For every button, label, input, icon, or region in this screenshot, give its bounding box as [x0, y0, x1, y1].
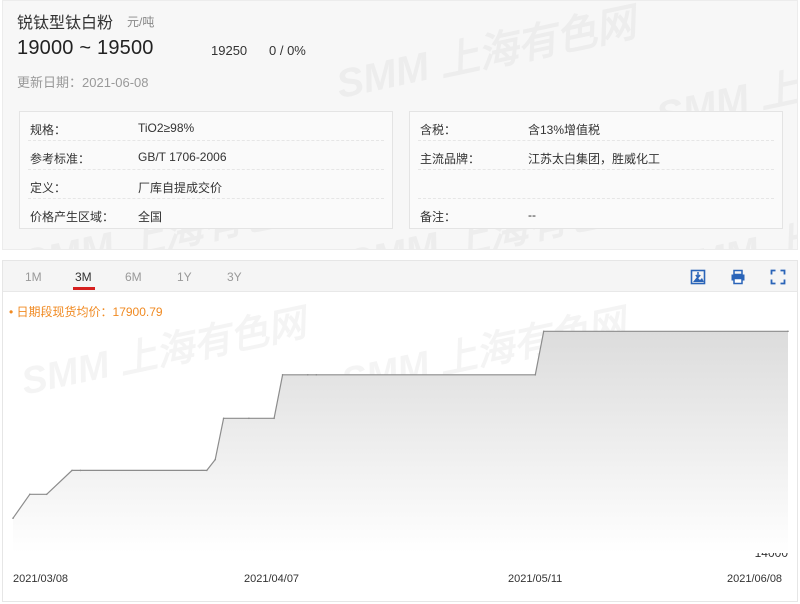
data-point [214, 458, 216, 461]
spec-value: GB/T 1706-2006 [138, 150, 227, 164]
x-tick-label: 2021/04/07 [244, 573, 300, 585]
spec-row: 价格产生区域： 全国 [28, 199, 384, 228]
spec-row: 备注： -- [418, 199, 774, 228]
spec-row [418, 170, 774, 199]
price-change: 0 / 0% [269, 43, 306, 58]
data-point [79, 469, 82, 472]
price-area-chart: 190001800017000160001500014000 [12, 329, 789, 560]
data-point [45, 493, 48, 496]
data-point [307, 374, 309, 376]
spec-table-right: 含税： 含13%增值税 主流品牌： 江苏太白集团，胜威化工 备注： -- [409, 111, 783, 229]
spec-row: 规格： TiO2≥98% [28, 112, 384, 141]
price-unit: 元/吨 [127, 15, 155, 29]
series-area [13, 331, 788, 553]
spec-row: 含税： 含13%增值税 [418, 112, 774, 141]
price-chart-panel: 1M 3M 6M 1Y 3Y SMM 上海有色网 SMM 上海有色网 SMM 上… [2, 260, 798, 602]
spec-value: TiO2≥98% [138, 121, 195, 135]
data-point [315, 374, 318, 376]
spec-row: 定义： 厂库自提成交价 [28, 170, 384, 199]
spec-row: 主流品牌： 江苏太白集团，胜威化工 [418, 141, 774, 170]
spec-key: 参考标准： [30, 152, 91, 166]
spec-key: 价格产生区域： [30, 210, 115, 224]
price-range: 19000 ~ 19500 [17, 37, 154, 59]
spec-row: 参考标准： GB/T 1706-2006 [28, 141, 384, 170]
spec-value: 江苏太白集团，胜威化工 [528, 152, 661, 166]
data-point [281, 374, 284, 376]
spec-value: 全国 [138, 210, 163, 224]
average-price: 19250 [211, 43, 248, 58]
x-tick-label: 2021/05/11 [508, 573, 563, 585]
spec-value: 厂库自提成交价 [138, 181, 223, 195]
spec-table-left: 规格： TiO2≥98% 参考标准： GB/T 1706-2006 定义： 厂库… [19, 111, 393, 229]
data-point [273, 417, 275, 420]
data-point [29, 493, 31, 496]
x-tick-label: 2021/03/08 [13, 573, 69, 585]
data-point [71, 469, 73, 472]
watermark: SMM 上海有色网 [332, 0, 640, 108]
data-point [206, 469, 208, 472]
data-point [222, 417, 225, 420]
data-point [542, 330, 545, 333]
product-title: 锐钛型钛白粉 [17, 15, 114, 32]
spec-key: 定义： [30, 181, 67, 195]
data-point [248, 417, 250, 420]
spec-key: 含税： [420, 123, 457, 137]
spec-value: -- [528, 208, 536, 222]
update-date: 更新日期：2021-06-08 [17, 75, 149, 90]
data-point [12, 517, 14, 519]
data-point [787, 330, 789, 333]
spec-key: 规格： [30, 123, 67, 137]
spec-value: 含13%增值税 [528, 123, 601, 137]
product-info-card: SMM 上海有色网 SMM 上海有色网 SMM 上海有色网 SMM 上海有色网 … [2, 0, 798, 250]
x-tick-label: 2021/06/08 [727, 573, 783, 585]
spec-key: 备注： [420, 210, 457, 224]
data-point [534, 374, 537, 376]
spec-key: 主流品牌： [420, 152, 481, 166]
